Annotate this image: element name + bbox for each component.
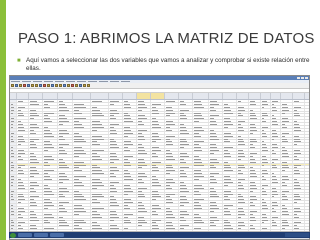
column-header [10,93,17,99]
slide-title: PASO 1: ABRIMOS LA MATRIZ DE DATOS [18,30,315,47]
taskbar-item [34,233,48,237]
accent-bar [0,0,6,240]
menu-item [110,81,119,82]
toolbar-icon [63,84,66,87]
data-rows [10,100,309,239]
toolbar-icon [19,84,22,87]
toolbar-icon [43,84,46,87]
toolbar-icon [31,84,34,87]
menu-item [66,81,75,82]
column-header [179,93,193,99]
column-header [293,93,305,99]
column-header [73,93,91,99]
data-matrix-screenshot [9,75,310,240]
toolbar-icon [51,84,54,87]
toolbar-icon [23,84,26,87]
column-header [17,93,29,99]
toolbar-icon [79,84,82,87]
column-header [209,93,223,99]
close-icon [305,77,308,79]
column-header [249,93,261,99]
column-header [151,93,165,99]
start-button-icon [10,232,16,238]
column-header [123,93,137,99]
toolbar-icon [71,84,74,87]
toolbar-icon [47,84,50,87]
toolbar-icon [55,84,58,87]
toolbar-icon [75,84,78,87]
minimize-icon [297,77,300,79]
toolbar-icon [15,84,18,87]
bullet-item: ■ Aquí vamos a seleccionar las dos varia… [17,57,313,73]
column-header [271,93,281,99]
menu-item [121,81,130,82]
column-header [109,93,123,99]
maximize-icon [301,77,304,79]
column-header [281,93,293,99]
toolbar-icon [35,84,38,87]
column-header [223,93,237,99]
square-bullet-icon: ■ [17,58,21,64]
toolbar-icon [59,84,62,87]
column-header [91,93,109,99]
taskbar-item [50,233,64,237]
menu-item [55,81,64,82]
toolbar-icon [83,84,86,87]
data-grid [10,93,309,239]
menu-item [22,81,31,82]
system-tray [285,233,309,237]
column-header [137,93,151,99]
column-header [237,93,249,99]
menu-item [99,81,108,82]
column-header [43,93,58,99]
column-header [58,93,73,99]
menu-item [44,81,53,82]
menu-item [33,81,42,82]
taskbar [9,232,310,238]
menu-item [88,81,97,82]
toolbar-icon [67,84,70,87]
taskbar-item [18,233,32,237]
column-header [29,93,43,99]
column-header [165,93,179,99]
column-header-row [10,93,309,100]
bullet-text: Aquí vamos a seleccionar las dos variabl… [26,57,310,72]
menu-item [11,81,20,82]
column-header [193,93,209,99]
menu-item [77,81,86,82]
column-header [261,93,271,99]
toolbar-icon [27,84,30,87]
toolbar-icon [39,84,42,87]
toolbar-icon [11,84,14,87]
toolbar-icon [87,84,90,87]
